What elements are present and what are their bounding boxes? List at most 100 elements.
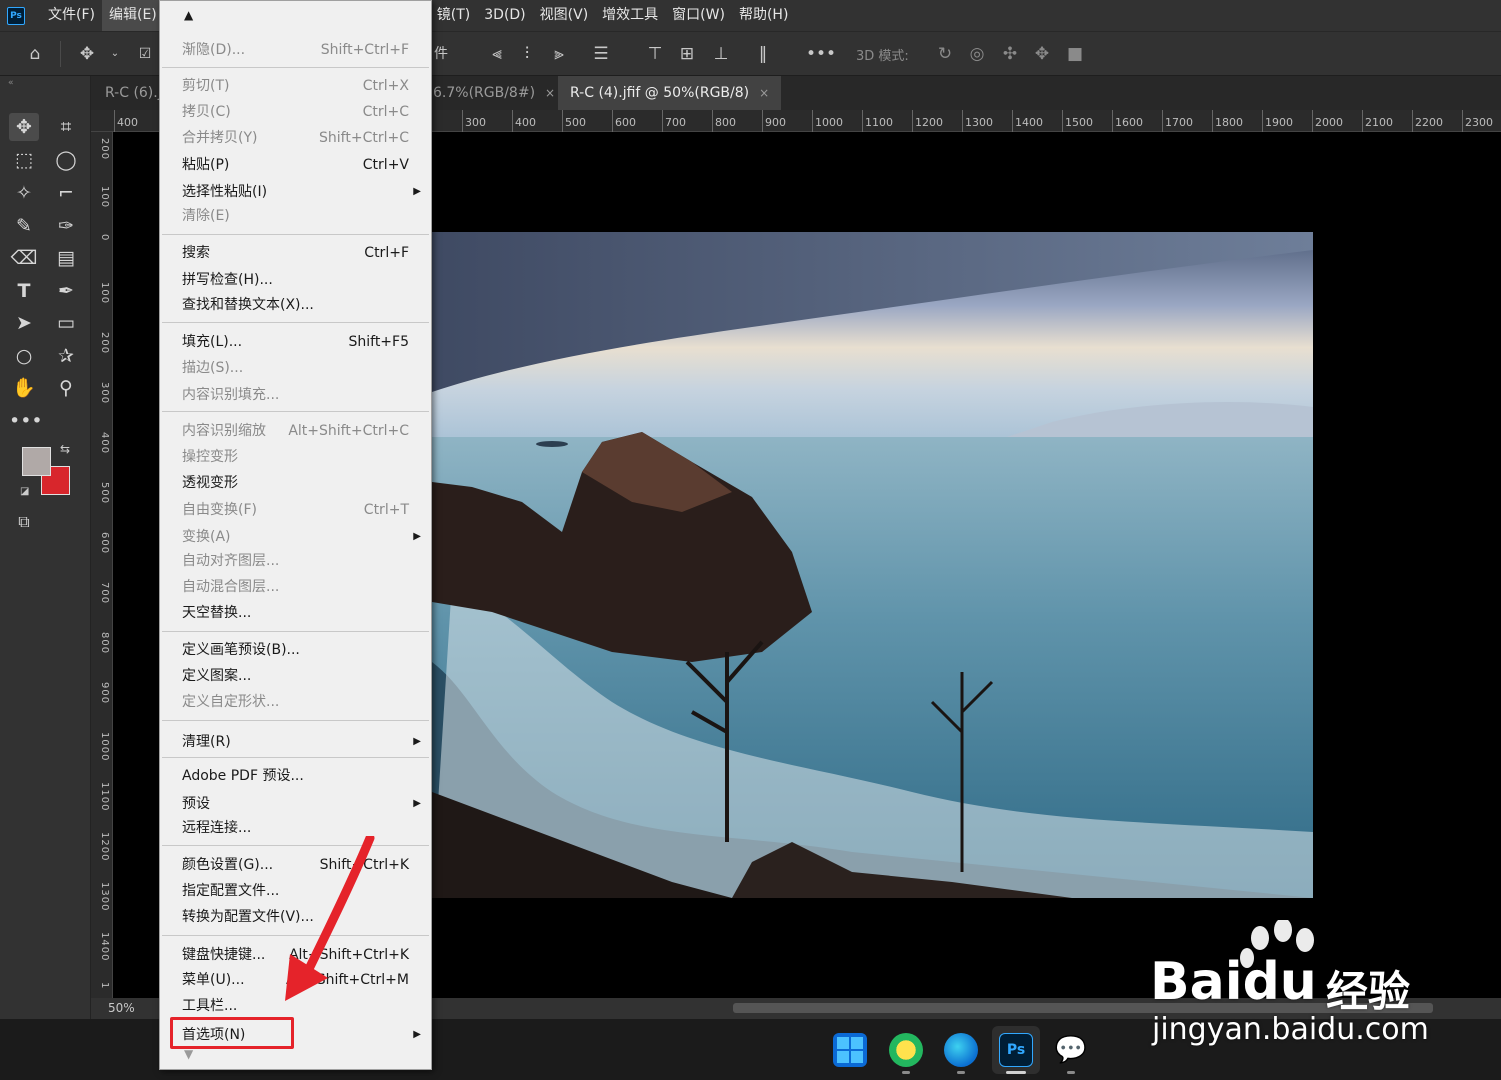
move-tool-icon[interactable]: ✥ xyxy=(76,43,98,65)
menu-item-label: 远程连接... xyxy=(182,820,252,836)
distribute-icon[interactable]: ☰ xyxy=(590,43,612,65)
menu-item[interactable]: Adobe PDF 预设... xyxy=(160,764,431,788)
menu-item[interactable]: 自动混合图层... xyxy=(160,575,431,599)
menu-item[interactable]: 自由变换(F) Ctrl+T xyxy=(160,498,431,522)
ruler-tick xyxy=(1262,110,1263,132)
menu-item-shortcut: Ctrl+X xyxy=(362,78,409,94)
foreground-color-swatch[interactable] xyxy=(22,447,51,476)
menu-help[interactable]: 帮助(H) xyxy=(732,0,795,31)
swap-colors-icon[interactable]: ⇆ xyxy=(60,442,70,456)
3d-orbit-icon[interactable]: ↻ xyxy=(934,43,956,65)
align-center-icon[interactable]: ⫶ xyxy=(516,43,538,65)
tab-document-2[interactable]: 6.7%(RGB/8#) × xyxy=(421,76,567,110)
home-icon[interactable]: ⌂ xyxy=(24,43,46,65)
menu-item[interactable]: 粘贴(P) Ctrl+V xyxy=(160,153,431,177)
artboard-tool-icon[interactable]: ⌗ xyxy=(51,113,81,141)
menu-item-label: 天空替换... xyxy=(182,605,252,621)
menu-item[interactable]: 内容识别缩放 Alt+Shift+Ctrl+C xyxy=(160,419,431,443)
align-top-icon[interactable]: ⊤ xyxy=(644,43,666,65)
menu-item[interactable]: 预设 ▶ xyxy=(160,792,431,816)
chevron-down-icon[interactable]: ⌄ xyxy=(104,43,126,65)
tab-document-active[interactable]: R-C (4).jfif @ 50%(RGB/8) × xyxy=(558,76,782,110)
menu-3d[interactable]: 3D(D) xyxy=(477,0,532,31)
3d-camera-icon[interactable]: ■ xyxy=(1064,43,1086,65)
wechat-icon[interactable]: 💬 xyxy=(1054,1033,1088,1067)
menu-item[interactable]: 清理(R) ▶ xyxy=(160,730,431,754)
default-colors-icon[interactable]: ◪ xyxy=(20,486,29,497)
path-selection-tool-icon[interactable]: ➤ xyxy=(9,309,39,337)
document-image[interactable] xyxy=(432,232,1313,898)
auto-select-checkbox[interactable]: ☑ xyxy=(134,43,156,65)
menu-item-label: 操控变形 xyxy=(182,449,238,465)
submenu-arrow-icon: ▶ xyxy=(413,1029,421,1040)
3d-pan-icon[interactable]: ✣ xyxy=(999,43,1021,65)
3d-slide-icon[interactable]: ✥ xyxy=(1031,43,1053,65)
menu-view[interactable]: 视图(V) xyxy=(533,0,596,31)
custom-shape-tool-icon[interactable]: ✰ xyxy=(51,342,81,370)
crop-tool-icon[interactable]: ⌐ xyxy=(51,179,81,207)
menu-item[interactable]: 拷贝(C) Ctrl+C xyxy=(160,100,431,124)
distribute-vertical-icon[interactable]: ‖ xyxy=(752,43,774,65)
gradient-tool-icon[interactable]: ▤ xyxy=(51,244,81,272)
eraser-tool-icon[interactable]: ⌫ xyxy=(9,244,39,272)
align-left-icon[interactable]: ⫷ xyxy=(486,43,508,65)
menu-scroll-down-icon[interactable]: ▼ xyxy=(160,1047,431,1067)
marquee-tool-icon[interactable]: ⬚ xyxy=(9,146,39,174)
ruler-label: 300 xyxy=(99,382,110,405)
menu-item[interactable]: 定义自定形状... xyxy=(160,690,431,714)
menu-item[interactable]: 定义画笔预设(B)... xyxy=(160,638,431,662)
menu-item[interactable]: 渐隐(D)... Shift+Ctrl+F xyxy=(160,38,431,62)
menu-item[interactable]: 定义图案... xyxy=(160,664,431,688)
menu-item[interactable]: 搜索 Ctrl+F xyxy=(160,241,431,265)
eyedropper-tool-icon[interactable]: ✎ xyxy=(9,212,39,240)
menu-item[interactable]: 内容识别填充... xyxy=(160,383,431,407)
menu-item[interactable]: 变换(A) ▶ xyxy=(160,525,431,549)
menu-item[interactable]: 合并拷贝(Y) Shift+Ctrl+C xyxy=(160,126,431,150)
menu-item[interactable]: 剪切(T) Ctrl+X xyxy=(160,74,431,98)
magic-wand-tool-icon[interactable]: ✧ xyxy=(9,179,39,207)
align-bottom-icon[interactable]: ⊥ xyxy=(710,43,732,65)
more-options-icon[interactable]: ••• xyxy=(806,43,836,65)
menu-item[interactable]: 天空替换... xyxy=(160,601,431,625)
menu-item[interactable]: 清除(E) xyxy=(160,204,431,228)
menu-item-preferences[interactable]: 首选项(N) ▶ xyxy=(160,1023,431,1047)
brush-tool-icon[interactable]: ✑ xyxy=(51,212,81,240)
close-icon[interactable]: × xyxy=(545,86,555,100)
3d-roll-icon[interactable]: ◎ xyxy=(966,43,988,65)
menu-item[interactable]: 选择性粘贴(I) ▶ xyxy=(160,180,431,204)
more-tools-icon[interactable]: ••• xyxy=(9,407,43,435)
zoom-tool-icon[interactable]: ⚲ xyxy=(51,374,81,402)
menu-item[interactable]: 自动对齐图层... xyxy=(160,549,431,573)
align-middle-icon[interactable]: ⊞ xyxy=(676,43,698,65)
menu-file[interactable]: 文件(F) xyxy=(41,0,102,31)
rectangle-tool-icon[interactable]: ▭ xyxy=(51,309,81,337)
menu-filter[interactable]: 镜(T) xyxy=(430,0,477,31)
edge-browser-icon[interactable] xyxy=(944,1033,978,1067)
menu-scroll-up-icon[interactable]: ▲ xyxy=(160,1,431,29)
lasso-tool-icon[interactable]: ◯ xyxy=(51,146,81,174)
menu-item[interactable]: 透视变形 xyxy=(160,471,431,495)
hand-tool-icon[interactable]: ✋ xyxy=(9,374,39,402)
menu-plugins[interactable]: 增效工具 xyxy=(595,0,665,31)
menu-item[interactable]: 填充(L)... Shift+F5 xyxy=(160,330,431,354)
close-icon[interactable]: × xyxy=(759,86,769,100)
screen-mode-icon[interactable]: ⧉ xyxy=(9,508,39,536)
align-right-icon[interactable]: ⫸ xyxy=(548,43,570,65)
menu-item[interactable]: 描边(S)... xyxy=(160,356,431,380)
ruler-label: 1400 xyxy=(1015,116,1043,129)
menu-item[interactable]: 查找和替换文本(X)... xyxy=(160,293,431,317)
ruler-label: 1700 xyxy=(1165,116,1193,129)
zoom-level[interactable]: 50% xyxy=(108,1001,135,1015)
type-tool-icon[interactable]: T xyxy=(9,277,39,305)
photoshop-taskbar-icon[interactable]: Ps xyxy=(999,1033,1033,1067)
move-tool-icon[interactable]: ✥ xyxy=(9,113,39,141)
menu-window[interactable]: 窗口(W) xyxy=(665,0,732,31)
collapse-icon[interactable]: « xyxy=(8,78,14,88)
pen-tool-icon[interactable]: ✒ xyxy=(51,277,81,305)
menu-item[interactable]: 操控变形 xyxy=(160,445,431,469)
music-app-icon[interactable] xyxy=(889,1033,923,1067)
menu-edit[interactable]: 编辑(E) xyxy=(101,0,164,31)
ellipse-tool-icon[interactable]: ○ xyxy=(9,342,39,370)
menu-item[interactable]: 拼写检查(H)... xyxy=(160,268,431,292)
windows-start-icon[interactable] xyxy=(833,1033,867,1067)
